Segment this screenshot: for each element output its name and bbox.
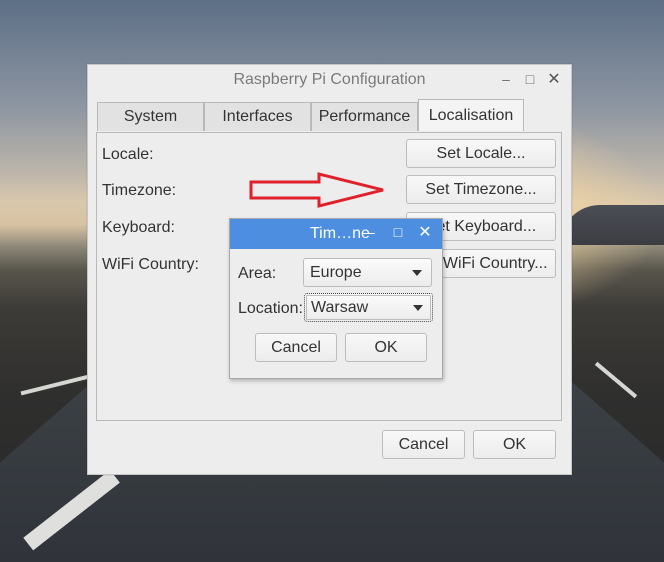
wifi-country-label: WiFi Country: bbox=[102, 256, 199, 273]
area-label: Area: bbox=[238, 265, 277, 282]
background-hills bbox=[560, 205, 664, 245]
close-icon[interactable]: ✕ bbox=[547, 71, 561, 88]
road-lane-marking bbox=[594, 361, 638, 399]
chevron-down-icon bbox=[412, 270, 422, 276]
minimize-icon[interactable]: – bbox=[364, 224, 378, 240]
location-label: Location: bbox=[238, 300, 303, 317]
maximize-icon[interactable]: □ bbox=[391, 224, 405, 240]
close-icon[interactable]: ✕ bbox=[418, 224, 432, 241]
tab-localisation[interactable]: Localisation bbox=[418, 99, 524, 131]
timezone-label: Timezone: bbox=[102, 182, 177, 199]
timezone-ok-button[interactable]: OK bbox=[345, 333, 427, 362]
tab-bar: System Interfaces Performance Localisati… bbox=[97, 99, 524, 132]
area-value: Europe bbox=[310, 264, 362, 281]
dialog-controls: – □ ✕ bbox=[364, 224, 432, 241]
ok-button[interactable]: OK bbox=[473, 430, 556, 459]
area-select[interactable]: Europe bbox=[303, 258, 432, 287]
window-controls: – □ ✕ bbox=[499, 71, 561, 88]
tab-performance[interactable]: Performance bbox=[311, 102, 418, 131]
minimize-icon[interactable]: – bbox=[499, 71, 513, 87]
tab-interfaces[interactable]: Interfaces bbox=[204, 102, 311, 131]
keyboard-label: Keyboard: bbox=[102, 219, 175, 236]
road-lane-marking bbox=[20, 374, 90, 396]
tab-system[interactable]: System bbox=[97, 102, 204, 131]
location-select[interactable]: Warsaw bbox=[304, 293, 433, 322]
set-timezone-button[interactable]: Set Timezone... bbox=[406, 175, 556, 204]
maximize-icon[interactable]: □ bbox=[523, 71, 537, 87]
window-titlebar[interactable]: Raspberry Pi Configuration – □ ✕ bbox=[88, 65, 571, 95]
timezone-dialog-titlebar[interactable]: Tim…ne – □ ✕ bbox=[230, 219, 442, 249]
chevron-down-icon bbox=[413, 305, 423, 311]
right-arrow-icon bbox=[249, 172, 384, 208]
timezone-cancel-button[interactable]: Cancel bbox=[255, 333, 337, 362]
window-title: Raspberry Pi Configuration bbox=[233, 71, 426, 88]
set-locale-button[interactable]: Set Locale... bbox=[406, 139, 556, 168]
cancel-button[interactable]: Cancel bbox=[382, 430, 465, 459]
locale-label: Locale: bbox=[102, 146, 154, 163]
timezone-dialog: Tim…ne – □ ✕ Area: Europe Location: Wars… bbox=[229, 218, 443, 379]
timezone-dialog-title: Tim…ne bbox=[310, 225, 370, 242]
location-value: Warsaw bbox=[311, 299, 369, 316]
